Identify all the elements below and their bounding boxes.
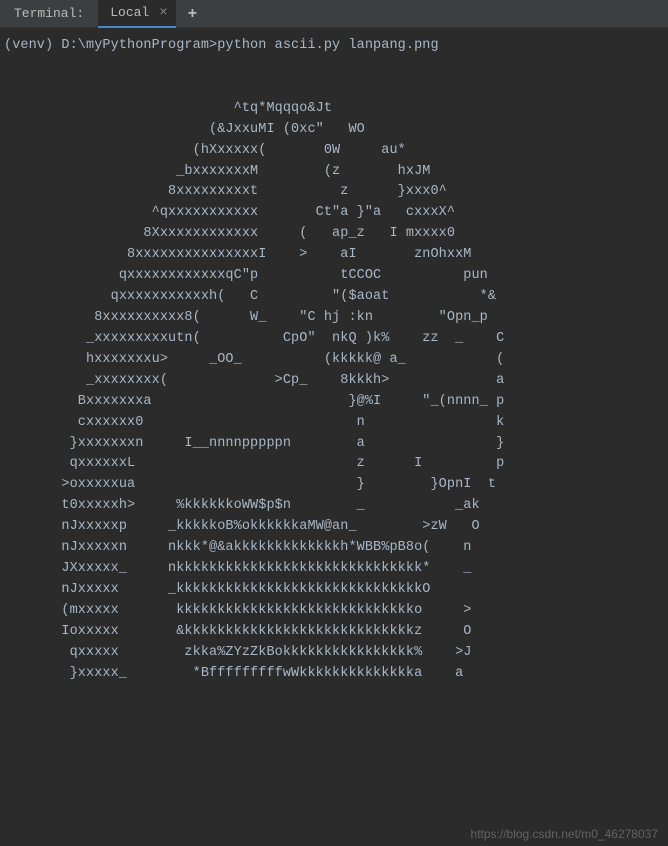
- ascii-output: ^tq*Mqqqo&Jt (&JxxuMI (0xc" WO (hXxxxxx(…: [4, 101, 504, 681]
- prompt-line: (venv) D:\myPythonProgram>python ascii.p…: [4, 38, 439, 53]
- tab-local[interactable]: Local ×: [98, 0, 175, 28]
- terminal-label: Terminal:: [0, 6, 98, 21]
- close-icon[interactable]: ×: [159, 5, 167, 21]
- watermark: https://blog.csdn.net/m0_46278037: [471, 827, 658, 841]
- tab-label: Local: [110, 5, 149, 20]
- tab-bar: Terminal: Local × +: [0, 0, 668, 28]
- terminal-output[interactable]: (venv) D:\myPythonProgram>python ascii.p…: [0, 28, 668, 693]
- add-tab-icon[interactable]: +: [188, 5, 198, 23]
